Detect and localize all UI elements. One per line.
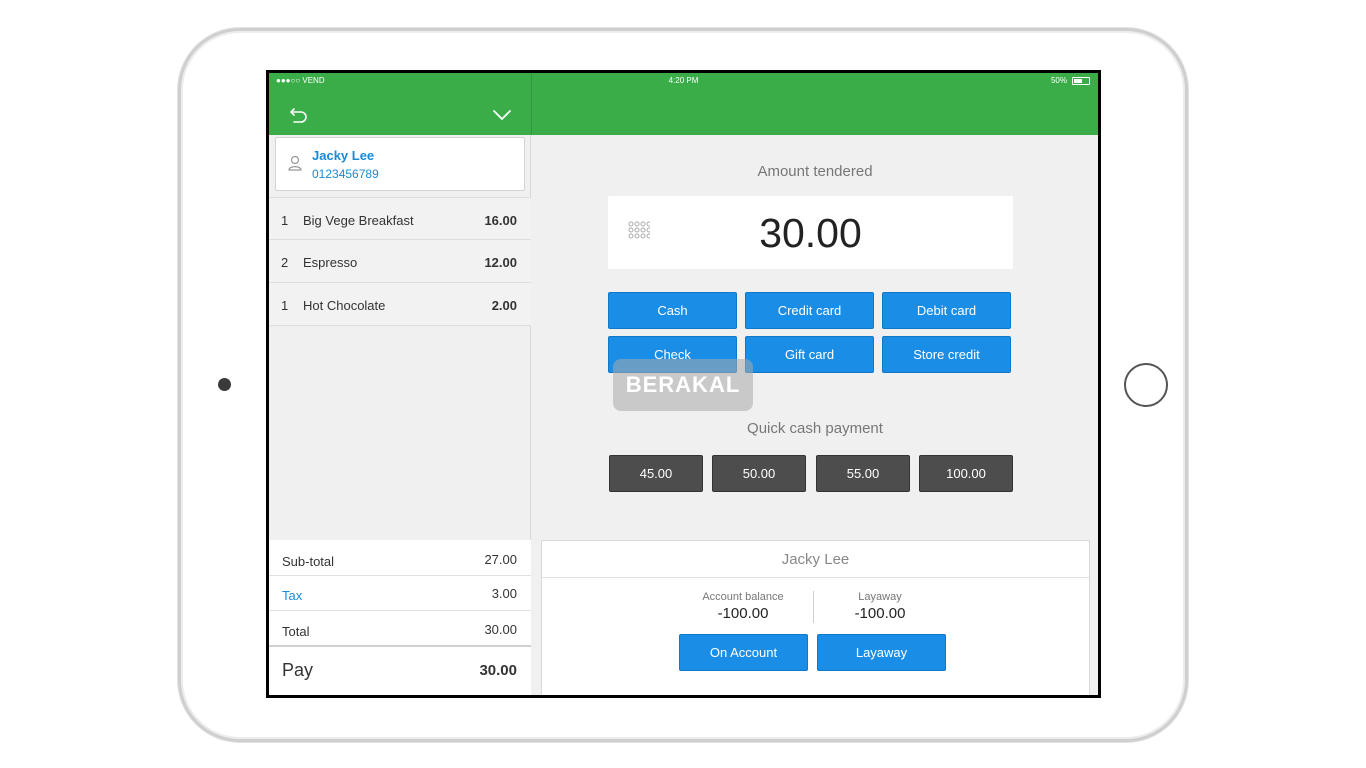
battery-label: 50% — [1050, 76, 1067, 85]
chevron-down-icon[interactable] — [493, 109, 511, 121]
line-item[interactable]: 2 Espresso 12.00 — [269, 240, 531, 283]
on-account-button[interactable]: On Account — [679, 634, 808, 671]
total-value: 30.00 — [484, 622, 517, 637]
pay-row[interactable]: Pay 30.00 — [269, 647, 531, 695]
account-balance-value: -100.00 — [717, 605, 769, 622]
item-price: 12.00 — [484, 255, 517, 270]
subtotal-row: Sub-total 27.00 — [269, 540, 531, 576]
item-price: 2.00 — [491, 298, 517, 313]
cash-button[interactable]: Cash — [608, 292, 737, 329]
battery-icon — [1072, 76, 1090, 85]
app-header: ●●●○○ VEND 4:20 PM 50% — [269, 73, 1098, 135]
item-price: 16.00 — [484, 213, 517, 228]
layaway-value: -100.00 — [854, 605, 906, 622]
tax-row[interactable]: Tax 3.00 — [269, 576, 531, 611]
totals-panel: Sub-total 27.00 Tax 3.00 Total 30.00 Pay… — [269, 540, 531, 695]
layaway-button[interactable]: Layaway — [817, 634, 946, 671]
debit-card-button[interactable]: Debit card — [882, 292, 1011, 329]
camera-dot — [218, 378, 231, 391]
quick-cash-button[interactable]: 100.00 — [919, 455, 1013, 492]
account-balance-label: Account balance — [702, 591, 784, 603]
account-customer-name: Jacky Lee — [542, 541, 1089, 578]
line-item[interactable]: 1 Hot Chocolate 2.00 — [269, 283, 531, 326]
item-qty: 1 — [281, 213, 289, 228]
battery-status: 50% — [1051, 76, 1090, 85]
quick-cash-button[interactable]: 45.00 — [609, 455, 703, 492]
item-qty: 1 — [281, 298, 289, 313]
quick-cash-button[interactable]: 50.00 — [712, 455, 806, 492]
account-balance: Account balance -100.00 — [673, 591, 813, 622]
payment-panel: Amount tendered 30.00 Cash Credit card D… — [532, 135, 1098, 695]
layaway-label: Layaway — [858, 591, 902, 603]
subtotal-value: 27.00 — [484, 552, 517, 567]
status-time: 4:20 PM — [668, 76, 699, 85]
pay-label[interactable]: Pay — [282, 660, 313, 681]
person-icon — [288, 155, 302, 171]
pay-value: 30.00 — [479, 662, 517, 679]
subtotal-label: Sub-total — [282, 554, 335, 569]
line-items: 1 Big Vege Breakfast 16.00 2 Espresso 12… — [269, 197, 531, 326]
credit-card-button[interactable]: Credit card — [745, 292, 874, 329]
watermark-logo: BERAKAL — [613, 359, 753, 411]
quick-cash-title: Quick cash payment — [747, 420, 883, 437]
line-item[interactable]: 1 Big Vege Breakfast 16.00 — [269, 197, 531, 240]
account-card: Jacky Lee Account balance -100.00 Layawa… — [541, 540, 1090, 695]
customer-phone: 0123456789 — [312, 167, 379, 181]
item-qty: 2 — [281, 255, 289, 270]
total-label: Total — [282, 624, 310, 639]
amount-field[interactable]: 30.00 — [608, 196, 1013, 269]
total-row: Total 30.00 — [269, 611, 531, 647]
customer-card[interactable]: Jacky Lee 0123456789 — [275, 137, 525, 191]
amount-value[interactable]: 30.00 — [608, 210, 1013, 257]
gift-card-button[interactable]: Gift card — [745, 336, 874, 373]
item-name: Hot Chocolate — [303, 298, 386, 313]
tax-value: 3.00 — [491, 586, 517, 601]
store-credit-button[interactable]: Store credit — [882, 336, 1011, 373]
tax-label[interactable]: Tax — [282, 588, 302, 603]
customer-name[interactable]: Jacky Lee — [312, 148, 374, 163]
layaway-balance: Layaway -100.00 — [810, 591, 950, 622]
item-name: Big Vege Breakfast — [303, 213, 414, 228]
sale-panel: Jacky Lee 0123456789 1 Big Vege Breakfas… — [269, 135, 531, 695]
undo-icon[interactable] — [288, 103, 310, 125]
header-divider — [531, 73, 532, 135]
quick-cash-button[interactable]: 55.00 — [816, 455, 910, 492]
home-button[interactable] — [1124, 363, 1168, 407]
amount-tendered-title: Amount tendered — [757, 163, 873, 180]
item-name: Espresso — [303, 255, 358, 270]
